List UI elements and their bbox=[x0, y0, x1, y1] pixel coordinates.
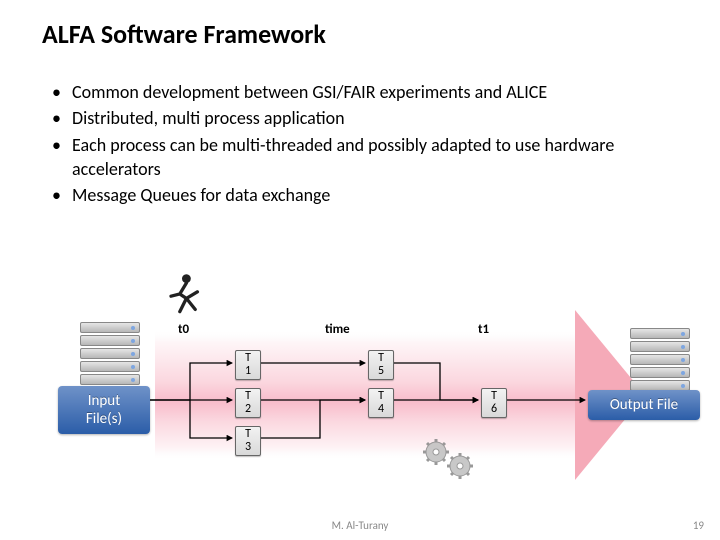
bullet-item: Message Queues for data exchange bbox=[46, 183, 696, 207]
task-t3: T3 bbox=[235, 426, 261, 456]
runner-icon bbox=[160, 272, 204, 316]
gears-icon bbox=[418, 436, 482, 484]
task-t6: T6 bbox=[481, 388, 507, 418]
bullet-item: Distributed, multi process application bbox=[46, 106, 696, 130]
footer-author: M. Al-Turany bbox=[0, 519, 720, 532]
timeline-arrow-body bbox=[155, 330, 575, 460]
input-disk-icon bbox=[80, 322, 140, 387]
diagram-stage: t0 time t1 InputFile(s) Output File T1 bbox=[0, 270, 720, 520]
task-t4: T4 bbox=[368, 388, 394, 418]
task-t1: T1 bbox=[235, 350, 261, 380]
time-start-label: t0 bbox=[178, 322, 189, 337]
task-t5: T5 bbox=[368, 350, 394, 380]
bullet-list: Common development between GSI/FAIR expe… bbox=[46, 80, 696, 209]
page-title: ALFA Software Framework bbox=[42, 18, 326, 50]
bullet-item: Common development between GSI/FAIR expe… bbox=[46, 80, 696, 104]
output-file-label: Output File bbox=[588, 390, 700, 420]
task-t2: T2 bbox=[235, 388, 261, 418]
output-disk-icon bbox=[630, 328, 690, 393]
input-file-label: InputFile(s) bbox=[58, 386, 150, 434]
page-number: 19 bbox=[693, 519, 704, 532]
time-end-label: t1 bbox=[478, 322, 489, 337]
bullet-item: Each process can be multi-threaded and p… bbox=[46, 133, 696, 182]
time-center-label: time bbox=[325, 322, 350, 337]
